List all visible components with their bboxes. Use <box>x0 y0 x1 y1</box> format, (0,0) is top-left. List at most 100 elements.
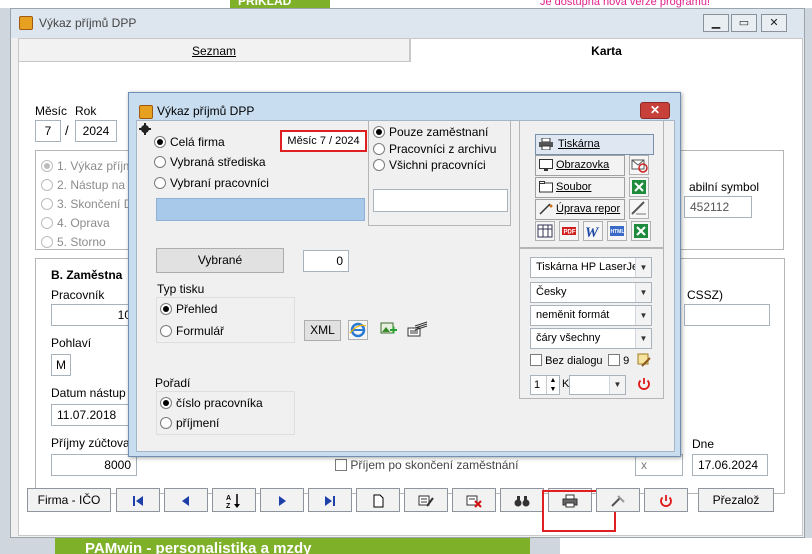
lines-select[interactable]: čáry všechny ▼ <box>530 328 652 349</box>
format-select[interactable]: neměnit formát ▼ <box>530 305 652 326</box>
nine-checkbox[interactable]: 9 <box>608 354 629 367</box>
k-select[interactable]: ▼ <box>569 375 626 395</box>
svg-text:PDF: PDF <box>564 230 576 236</box>
tab-seznam[interactable]: Seznam <box>18 38 410 62</box>
first-icon <box>133 495 143 506</box>
export-image-icon[interactable] <box>380 320 398 338</box>
soubor-label: Soubor <box>556 181 592 193</box>
first-record-button[interactable] <box>116 488 160 512</box>
edit-record-button[interactable] <box>404 488 448 512</box>
scope-pracovnici[interactable]: Vybraní pracovníci <box>154 176 269 190</box>
dialog-title: Výkaz příjmů DPP <box>157 104 255 118</box>
employee-z-archivu[interactable]: Pracovníci z archivu <box>373 142 496 156</box>
pohlavi-label: Pohlaví <box>51 336 92 350</box>
tiskarna-button[interactable]: Tiskárna <box>535 134 654 155</box>
vykaz-option-4[interactable]: 4. Oprava <box>41 216 110 230</box>
mesic-field[interactable]: 7 <box>35 120 61 142</box>
poradi-cislo[interactable]: číslo pracovníka <box>160 396 263 410</box>
soubor-button[interactable]: Soubor <box>535 177 625 198</box>
cssz-field[interactable] <box>684 304 770 326</box>
exit-button[interactable] <box>644 488 688 512</box>
tiskarna-printer-icon <box>539 138 553 150</box>
scope-strediska[interactable]: Vybraná střediska <box>154 155 266 169</box>
print-dialog: Výkaz příjmů DPP ✕ Celá firma Vybraná st… <box>128 92 681 457</box>
small-field[interactable]: x <box>635 454 683 476</box>
variabilni-field[interactable]: 452112 <box>684 196 752 218</box>
settings-gear-icon[interactable] <box>139 123 151 135</box>
vybrane-label: Vybrané <box>197 253 243 267</box>
tools-button[interactable] <box>596 488 640 512</box>
export-word-button[interactable]: W <box>583 221 603 241</box>
vykaz-option-3[interactable]: 3. Skončení D <box>41 197 132 211</box>
vybrane-count-field[interactable]: 0 <box>303 250 349 272</box>
email-button[interactable] <box>629 155 649 175</box>
new-record-button[interactable] <box>356 488 400 512</box>
rok-field[interactable]: 2024 <box>75 120 117 142</box>
scope-pracovnici-label: Vybraní pracovníci <box>170 176 269 190</box>
vykaz-option-5-label: 5. Storno <box>57 235 106 249</box>
design-alt-button[interactable] <box>629 199 649 219</box>
selection-bar[interactable] <box>156 198 365 221</box>
language-select[interactable]: Česky ▼ <box>530 282 652 303</box>
excel-export-icon <box>634 224 648 238</box>
xml-button[interactable]: XML <box>304 320 341 341</box>
folder-icon <box>539 181 553 193</box>
main-window-title: Výkaz příjmů DPP <box>39 16 137 30</box>
svg-text:A: A <box>226 495 231 502</box>
tab-bar: Seznam Karta <box>18 38 803 62</box>
scope-cela-firma[interactable]: Celá firma <box>154 135 225 149</box>
poradi-prijmeni[interactable]: příjmení <box>160 416 219 430</box>
stepper-down-icon[interactable]: ▼ <box>547 385 559 394</box>
firma-ico-button[interactable]: Firma - IČO <box>27 488 111 512</box>
prijem-po-skonceni-checkbox[interactable]: Příjem po skončení zaměstnání <box>335 458 518 472</box>
tab-karta[interactable]: Karta <box>410 38 803 62</box>
sort-button[interactable]: AZ <box>212 488 256 512</box>
uprava-reportu-label: Úprava repor <box>556 203 621 215</box>
vykaz-option-2-label: 2. Nástup na <box>57 178 126 192</box>
obrazovka-button[interactable]: Obrazovka <box>535 155 625 176</box>
internet-explorer-button[interactable] <box>348 320 368 340</box>
export-pdf-button[interactable]: PDF <box>559 221 579 241</box>
minimize-button[interactable]: ▁ <box>703 14 729 32</box>
vykaz-option-2[interactable]: 2. Nástup na <box>41 178 125 192</box>
find-button[interactable] <box>500 488 544 512</box>
delete-record-button[interactable] <box>452 488 496 512</box>
employee-filter-field[interactable] <box>373 189 508 212</box>
email-icon <box>631 159 648 173</box>
employee-vsichni-label: Všichni pracovníci <box>389 158 486 172</box>
printer-select[interactable]: Tiskárna HP LaserJe ▼ <box>530 257 652 278</box>
screen-icon <box>539 159 553 171</box>
vybrane-button[interactable]: Vybrané <box>156 248 284 273</box>
typ-prehled[interactable]: Přehled <box>160 302 217 316</box>
previous-record-button[interactable] <box>164 488 208 512</box>
prijmy-field[interactable]: 8000 <box>51 454 137 476</box>
uprava-reportu-button[interactable]: Úprava repor <box>535 199 625 220</box>
close-button[interactable]: ✕ <box>761 14 787 32</box>
dialog-close-button[interactable]: ✕ <box>640 102 670 119</box>
settings-brush-icon[interactable] <box>636 352 652 368</box>
vykaz-option-5[interactable]: 5. Storno <box>41 235 106 249</box>
bez-dialogu-checkbox[interactable]: Bez dialogu <box>530 354 603 367</box>
excel-button[interactable] <box>629 177 649 197</box>
vykaz-option-1[interactable]: 1. Výkaz příjm <box>41 159 133 173</box>
firma-ico-label: Firma - IČO <box>37 493 101 507</box>
export-html-button[interactable]: HTML <box>607 221 627 241</box>
employee-pouze-zamestnani[interactable]: Pouze zaměstnaní <box>373 125 488 139</box>
copies-stepper[interactable]: ▲ ▼ <box>546 376 559 394</box>
pohlavi-field[interactable]: M <box>51 354 71 376</box>
next-record-button[interactable] <box>260 488 304 512</box>
stepper-up-icon[interactable]: ▲ <box>547 376 559 385</box>
dne-field[interactable]: 17.06.2024 <box>692 454 768 476</box>
chevron-down-icon: ▼ <box>635 306 651 325</box>
pracovnik-field[interactable]: 10 <box>51 304 137 326</box>
multiple-pages-icon[interactable] <box>407 320 429 338</box>
typ-formular[interactable]: Formulář <box>160 324 224 338</box>
prezaloz-button[interactable]: Přezalož <box>698 488 774 512</box>
datum-field[interactable]: 11.07.2018 <box>51 404 137 426</box>
last-record-button[interactable] <box>308 488 352 512</box>
export-excel-button[interactable] <box>631 221 651 241</box>
maximize-button[interactable]: ▭ <box>731 14 757 32</box>
dialog-power-icon[interactable] <box>636 376 652 392</box>
export-table-button[interactable] <box>535 221 555 241</box>
employee-vsichni[interactable]: Všichni pracovníci <box>373 158 486 172</box>
